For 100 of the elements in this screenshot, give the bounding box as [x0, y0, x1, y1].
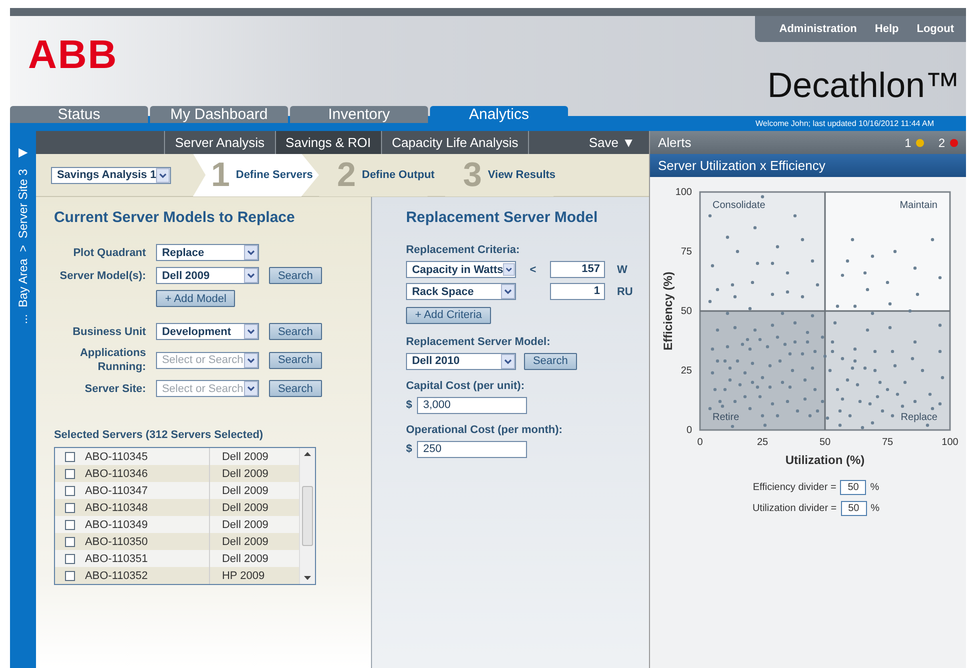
- divider-field[interactable]: 50: [840, 480, 866, 495]
- dropdown[interactable]: Development: [156, 323, 259, 340]
- checkbox[interactable]: [64, 554, 75, 564]
- axis-tick-label: 75: [680, 246, 692, 258]
- product-name: Decathlon™: [767, 66, 960, 106]
- utility-link[interactable]: Logout: [916, 23, 954, 35]
- dropdown-caret-icon[interactable]: [244, 324, 258, 339]
- dropdown-caret-icon[interactable]: [156, 168, 170, 182]
- search-button[interactable]: Search: [524, 352, 577, 370]
- dropdown-placeholder: Select or Search: [162, 354, 244, 366]
- checkbox[interactable]: [64, 452, 75, 462]
- checkbox[interactable]: [64, 520, 75, 530]
- search-button[interactable]: Search: [268, 352, 322, 368]
- checkbox[interactable]: [64, 570, 75, 580]
- data-point: [930, 406, 934, 410]
- dropdown-caret-icon[interactable]: [244, 268, 258, 283]
- dropdown-caret-icon[interactable]: [503, 262, 515, 277]
- nav-tab[interactable]: Inventory: [290, 106, 428, 123]
- divider-label: Utilization divider =: [752, 503, 837, 514]
- data-point: [786, 290, 790, 294]
- checkbox[interactable]: [64, 486, 75, 496]
- data-point: [870, 421, 874, 424]
- dropdown-caret-icon[interactable]: [500, 354, 515, 368]
- search-button[interactable]: Search: [268, 323, 322, 340]
- currency-label: $: [406, 443, 412, 455]
- data-point: [878, 380, 882, 384]
- data-point: [760, 376, 764, 380]
- data-point: [900, 404, 904, 408]
- checkbox[interactable]: [64, 468, 75, 478]
- add-model-button[interactable]: + Add Model: [156, 290, 236, 307]
- sub-nav-item[interactable]: Savings & ROI: [274, 131, 381, 154]
- section-heading: Current Server Models to Replace: [54, 209, 296, 226]
- search-button[interactable]: Search: [268, 380, 322, 397]
- dropdown-caret-icon[interactable]: [500, 284, 515, 299]
- chart-title: Server Utilization x Efficiency: [650, 154, 966, 177]
- divider-label: Efficiency divider =: [752, 482, 836, 493]
- checkbox[interactable]: [64, 536, 75, 546]
- utility-link[interactable]: Administration: [779, 23, 857, 35]
- number-field[interactable]: 1: [550, 283, 605, 300]
- data-point: [733, 326, 737, 330]
- dropdown[interactable]: Rack Space: [406, 283, 516, 300]
- add-criteria-button[interactable]: + Add Criteria: [406, 306, 491, 324]
- dropdown-value: Development: [162, 326, 232, 338]
- data-point: [783, 342, 787, 346]
- data-point: [750, 380, 754, 384]
- data-point: [823, 354, 827, 358]
- nav-tab[interactable]: Analytics: [430, 106, 568, 123]
- save-menu[interactable]: Save ▼: [588, 131, 649, 154]
- breadcrumb[interactable]: ... Bay Area > Server Site 3: [16, 169, 30, 324]
- dropdown[interactable]: Replace: [156, 244, 259, 261]
- data-point: [716, 328, 720, 332]
- divider-field[interactable]: 50: [840, 501, 867, 516]
- welcome-text: Welcome John; last updated 10/16/2012 11:44 AM: [756, 119, 934, 128]
- checkbox[interactable]: [64, 502, 75, 512]
- alert-count[interactable]: 1: [904, 136, 912, 150]
- data-point: [803, 378, 807, 382]
- dropdown[interactable]: Dell 2009: [156, 267, 259, 284]
- data-point: [813, 388, 817, 392]
- data-point: [743, 395, 747, 398]
- data-point: [938, 402, 942, 406]
- field-label: Server Site:: [84, 382, 146, 396]
- unit-label: %: [870, 482, 880, 493]
- data-point: [913, 266, 917, 270]
- data-point: [726, 236, 730, 239]
- dropdown[interactable]: Dell 2010: [406, 352, 516, 370]
- data-point: [893, 364, 897, 368]
- data-point: [780, 380, 784, 384]
- axis-title: Efficiency (%): [661, 272, 675, 350]
- dropdown-caret-icon[interactable]: [244, 245, 258, 260]
- data-point: [938, 276, 942, 280]
- scrollbar[interactable]: [298, 448, 315, 584]
- number-field[interactable]: 157: [550, 261, 605, 278]
- data-point: [836, 304, 840, 308]
- dropdown-caret-icon[interactable]: [244, 352, 258, 368]
- data-point: [800, 238, 804, 242]
- data-point: [708, 406, 712, 410]
- data-point: [776, 414, 780, 418]
- field-label: Replacement Server Model:: [406, 336, 552, 348]
- server-id: ABO-110349: [84, 518, 149, 530]
- field-label: Plot Quadrant: [72, 246, 146, 260]
- dropdown-value: Savings Analysis 1: [56, 169, 156, 181]
- dropdown-caret-icon[interactable]: [244, 381, 258, 396]
- data-point: [770, 402, 774, 406]
- alert-count[interactable]: 2: [938, 136, 945, 150]
- server-id: ABO-110351: [84, 552, 149, 564]
- dropdown[interactable]: Capacity in Watts: [406, 261, 516, 278]
- search-button[interactable]: Search: [268, 267, 322, 284]
- cost-field[interactable]: 3,000: [417, 396, 528, 414]
- expand-toggle[interactable]: ▶: [18, 145, 28, 159]
- cost-field[interactable]: 250: [417, 440, 528, 458]
- nav-tab[interactable]: My Dashboard: [150, 106, 288, 123]
- selected-servers-label: Selected Servers (312 Servers Selected): [54, 429, 264, 441]
- scroll-down-icon[interactable]: [304, 576, 311, 580]
- data-point: [808, 414, 812, 418]
- scroll-up-icon[interactable]: [304, 452, 311, 456]
- data-point: [928, 392, 932, 396]
- dropdown[interactable]: Savings Analysis 1: [50, 166, 171, 184]
- utility-link[interactable]: Help: [874, 23, 899, 35]
- nav-tab[interactable]: Status: [10, 106, 148, 123]
- data-point: [748, 307, 752, 310]
